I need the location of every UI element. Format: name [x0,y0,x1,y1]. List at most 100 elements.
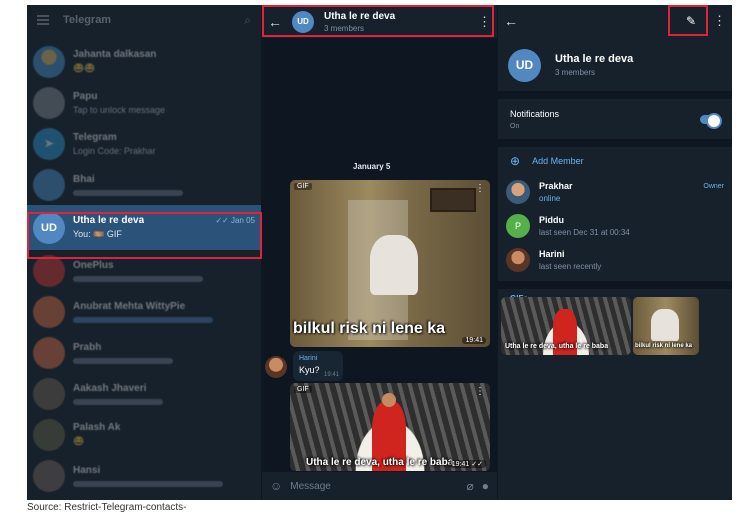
shared-gif[interactable]: bilkul risk ni lene ka [633,297,699,355]
chat-item[interactable]: Anubrat Mehta WittyPie [27,291,261,332]
message-input[interactable]: Message [290,481,458,492]
member-status: online [539,194,561,203]
gif-person [651,309,679,341]
avatar [33,45,65,78]
avatar [33,336,65,369]
divider [498,281,732,289]
chat-name: Telegram [73,131,117,143]
app-title: Telegram [63,14,112,26]
chat-item[interactable]: Bhai [27,164,261,205]
chat-preview: Tap to unlock message [73,104,166,115]
chat-preview [73,480,223,487]
menu-icon[interactable] [37,15,49,25]
divider [498,91,732,99]
message-time: 19:41 ✓✓ [448,460,486,468]
group-info-panel: ← ✎ ⋮ UD Utha le re deva 3 members Notif… [497,5,732,500]
attach-icon[interactable]: ⌀ [467,479,474,493]
add-member-button[interactable]: ⊕ Add Member [498,147,732,175]
chat-name: Bhai [73,173,95,185]
gif-caption: bilkul risk ni lene ka [635,343,693,349]
notifications-label: Notifications [510,108,560,119]
chat-name: Papu [73,90,98,102]
member-status: last seen Dec 31 at 00:34 [539,228,630,237]
avatar [33,168,65,201]
chat-preview [73,275,203,282]
message-bubble[interactable]: Harini Kyu? 19:41 [293,351,343,381]
notifications-toggle[interactable] [700,112,722,129]
add-member-label: Add Member [532,156,584,166]
member-row[interactable]: Harini last seen recently [498,243,732,277]
gif-caption: Utha le re deva, utha le re baba [505,343,609,350]
chat-item[interactable]: Jahanta dalkasan 😂😂 [27,41,261,82]
chat-name: Anubrat Mehta WittyPie [73,300,186,312]
member-status: last seen recently [539,262,602,271]
telegram-logo-icon: ➤ [33,127,65,160]
chat-preview [73,357,173,364]
sender-avatar[interactable] [265,356,287,378]
member-name: Prakhar [539,181,573,191]
member-name: Piddu [539,215,564,225]
more-options-icon[interactable]: ⋮ [475,183,485,194]
gif-caption: bilkul risk ni lene ka [293,320,446,337]
highlight-chat-header [262,5,494,37]
chat-item[interactable]: Aakash Jhaveri [27,373,261,414]
message-time: 19:41 [462,337,486,344]
chat-preview: 😂 [73,436,85,446]
divider [498,139,732,147]
group-avatar[interactable]: UD [508,48,541,82]
chat-preview [73,398,163,405]
search-icon[interactable]: ⌕ [244,13,251,28]
gif-label: GIF [294,183,312,190]
chat-name: OnePlus [73,259,114,271]
member-count: 3 members [555,68,596,77]
shared-gif[interactable]: Utha le re deva, utha le re baba [501,297,631,355]
avatar [506,180,530,204]
emoji-icon[interactable]: ☺ [270,479,282,493]
notifications-state: On [510,122,520,130]
gif-caption: Utha le re deva, utha le re baba [306,457,454,468]
chat-item[interactable]: Papu Tap to unlock message [27,82,261,123]
chat-list-header: Telegram ⌕ [27,5,261,35]
chat-preview [73,316,213,323]
add-user-icon: ⊕ [510,154,521,168]
more-options-icon[interactable]: ⋮ [713,13,726,29]
double-check-icon: ✓✓ [471,461,483,468]
gif-face [382,393,396,407]
chat-item[interactable]: Prabh [27,332,261,373]
back-arrow-icon[interactable]: ← [504,13,518,29]
member-row[interactable]: Prakhar online Owner [498,175,732,209]
chat-item[interactable]: ➤ Telegram Login Code: Prakhar [27,123,261,164]
chat-preview: Login Code: Prakhar [73,145,156,156]
notifications-row[interactable]: Notifications On [498,99,732,139]
message-composer: ☺ Message ⌀ ● [262,472,497,500]
source-caption: Source: Restrict-Telegram-contacts- [27,502,187,513]
avatar [33,254,65,287]
highlight-active-chat [27,212,262,259]
chat-item[interactable]: Hansi [27,455,261,496]
microphone-icon[interactable]: ● [482,479,489,493]
avatar [506,248,530,272]
avatar [33,86,65,119]
message-time: 19:41 [323,372,339,378]
chat-name: Jahanta dalkasan [73,49,157,60]
gif-message[interactable]: GIF ⋮ bilkul risk ni lene ka 19:41 [290,180,490,347]
gif-frame [430,188,476,212]
member-row[interactable]: P Piddu last seen Dec 31 at 00:34 [498,209,732,243]
gif-message[interactable]: GIF ⋮ Utha le re deva, utha le re baba 1… [290,383,490,471]
highlight-edit-button [668,5,708,36]
gif-person [370,235,418,295]
more-options-icon[interactable]: ⋮ [475,386,485,397]
chat-preview [73,189,183,196]
shared-gifs: Utha le re deva, utha le re baba bilkul … [501,297,699,355]
member-role: Owner [703,183,724,190]
chat-name: Prabh [73,341,102,353]
group-name: Utha le re deva [555,53,634,65]
chat-panel: ← UD Utha le re deva 3 members ⋮ January… [262,5,497,500]
chat-item[interactable]: Palash Ak 😂 [27,414,261,455]
chat-name: Palash Ak [73,422,121,433]
avatar [33,459,65,492]
date-separator: January 5 [353,162,391,171]
chat-name: Aakash Jhaveri [73,382,147,394]
avatar [33,418,65,451]
group-profile: UD Utha le re deva 3 members [498,37,732,91]
